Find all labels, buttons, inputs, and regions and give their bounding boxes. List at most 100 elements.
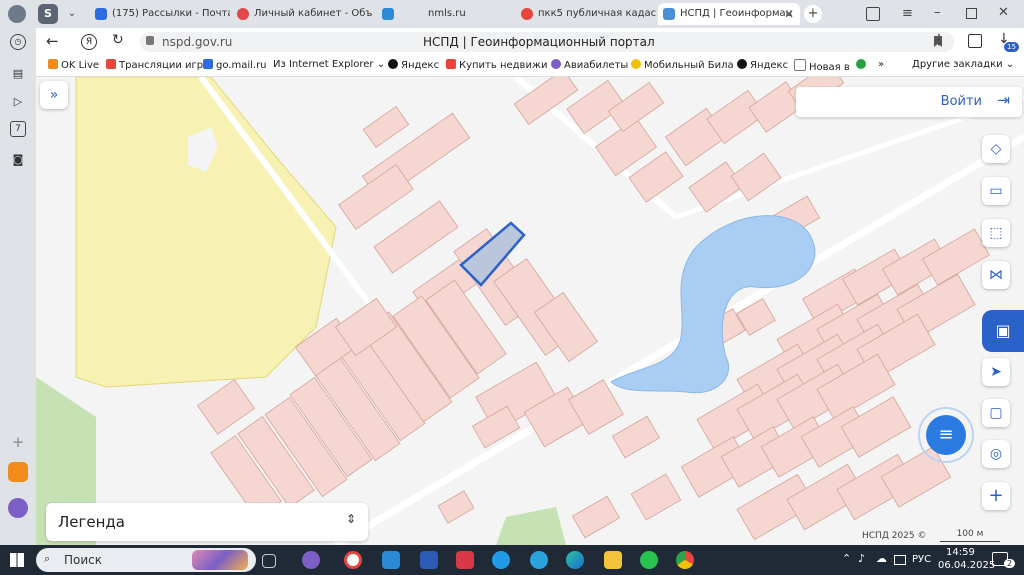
tab-dropdown-icon[interactable]: ⌄ — [62, 4, 82, 24]
edge-icon[interactable] — [566, 551, 584, 569]
legend-panel[interactable]: Легенда ⇕ — [46, 503, 368, 541]
expand-panel-button[interactable]: » — [40, 81, 68, 109]
downloads-badge: 15 — [1004, 42, 1019, 52]
alice-taskbar-icon[interactable] — [302, 551, 320, 569]
taskbar-search[interactable]: ⌕ Поиск — [36, 548, 256, 572]
tab-nmls[interactable]: nmls.ru — [374, 3, 514, 25]
word-icon[interactable] — [420, 551, 438, 569]
skype-icon[interactable] — [492, 551, 510, 569]
history-icon[interactable]: ◷ — [10, 34, 26, 50]
search-placeholder: Поиск — [64, 553, 103, 567]
camera-icon[interactable]: ◙ — [8, 150, 28, 170]
bookmark-yandex-2[interactable]: Яндекс — [737, 59, 788, 71]
bookmark-new[interactable]: Новая в — [794, 59, 850, 73]
nmls-icon — [382, 8, 394, 20]
bookmark-label: Мобильный Била — [644, 60, 734, 71]
more-options-icon[interactable]: ⋮ — [932, 32, 946, 48]
menu-lines-icon[interactable]: ≡ — [902, 6, 913, 21]
area-select-icon[interactable]: ⬚ — [982, 219, 1010, 247]
address-bar: ← Я ↻ nspd.gov.ru НСПД | Геоинформационн… — [36, 28, 1024, 56]
collections-icon[interactable]: ▤ — [8, 64, 28, 84]
chevron-updown-icon: ⇕ — [345, 512, 356, 526]
volume-icon[interactable]: ♪ — [858, 552, 865, 565]
chat-button[interactable]: ≡ — [918, 407, 974, 463]
bookmark-folder-ie[interactable]: Из Internet Explorer ⌄ — [273, 59, 385, 70]
telegram-icon[interactable] — [530, 551, 548, 569]
share-icon[interactable]: ⋈ — [982, 261, 1010, 289]
page-title: НСПД | Геоинформационный портал — [423, 35, 655, 49]
tab-nspd[interactable]: НСПД | Геоинформац ✕ — [658, 3, 800, 25]
bookmark-label: Купить недвижи — [459, 60, 548, 71]
restore-button[interactable] — [966, 8, 977, 19]
taskbar: ⌕ Поиск ⌃ ♪ ☁ РУС 14:59 06.04.2025 2 — [0, 545, 1024, 575]
bookmark-green[interactable] — [856, 59, 869, 71]
map-view[interactable]: » Войти ⇥ ◇ ▭ ⬚ ⋈ ▣ ➤ ▢ ◎ + ≡ Легенда ⇕ … — [36, 77, 1024, 545]
scale-label: 100 м — [956, 529, 984, 539]
alice-icon[interactable] — [8, 498, 28, 518]
network-icon[interactable]: ☁ — [876, 552, 887, 565]
bookmark-go-mail[interactable]: go.mail.ru — [203, 59, 267, 71]
task-view-icon[interactable] — [262, 554, 276, 568]
orange-app-icon[interactable] — [8, 462, 28, 482]
info-panel-icon[interactable]: ▣ — [982, 310, 1024, 352]
bookmark-streams[interactable]: Трансляции игр — [106, 59, 203, 71]
minimize-button[interactable]: – — [934, 5, 941, 20]
tab-pkk5[interactable]: пкк5 публичная кадаст — [516, 3, 656, 25]
yandex-browser-icon[interactable] — [344, 551, 362, 569]
plane-icon — [551, 59, 561, 69]
tab-mail[interactable]: (175) Рассылки - Почта — [90, 3, 230, 25]
bookmark-label: OK Live — [61, 60, 100, 71]
calendar-icon[interactable]: 7 — [10, 121, 26, 137]
video-icon[interactable]: ▷ — [8, 92, 28, 112]
red-app-icon[interactable] — [456, 551, 474, 569]
new-tab-button[interactable]: + — [804, 5, 822, 23]
bookmark-yandex-1[interactable]: Яндекс — [388, 59, 439, 71]
chrome-icon[interactable] — [676, 551, 694, 569]
layers-icon[interactable]: ◇ — [982, 135, 1010, 163]
yandex-plus-icon — [388, 59, 398, 69]
minimap-icon[interactable]: ▢ — [982, 399, 1010, 427]
tab-cabinet[interactable]: Личный кабинет - Объ — [232, 3, 372, 25]
bookmark-label: Яндекс — [401, 60, 440, 71]
clock-time[interactable]: 14:59 — [946, 547, 975, 558]
extensions-icon[interactable] — [968, 34, 982, 48]
bookmark-avia[interactable]: Авиабилеты — [551, 59, 628, 71]
bookmark-realty[interactable]: Купить недвижи — [446, 59, 547, 71]
yandex-icon — [521, 8, 533, 20]
close-tab-icon[interactable]: ✕ — [784, 3, 794, 25]
streams-icon — [106, 59, 116, 69]
other-bookmarks[interactable]: Другие закладки ⌄ — [912, 59, 1014, 70]
whatsapp-icon[interactable] — [640, 551, 658, 569]
browser-menu-icon[interactable] — [8, 5, 26, 23]
app-s-icon[interactable]: S — [38, 4, 58, 24]
back-icon[interactable]: ← — [46, 32, 59, 50]
ruler-icon[interactable]: ▭ — [982, 177, 1010, 205]
yandex-logo-icon[interactable]: Я — [81, 34, 97, 50]
windows-start-icon[interactable] — [10, 553, 24, 567]
clock-date[interactable]: 06.04.2025 — [938, 560, 995, 571]
tab-manager-icon[interactable] — [866, 7, 880, 21]
battery-icon[interactable] — [894, 555, 906, 565]
bookmarks-more[interactable]: » — [878, 59, 884, 70]
bookmark-mobile[interactable]: Мобильный Била — [631, 59, 734, 71]
login-panel[interactable]: Войти ⇥ — [796, 87, 1022, 117]
url-field[interactable]: nspd.gov.ru НСПД | Геоинформационный пор… — [140, 32, 954, 52]
mail-app-icon[interactable] — [382, 551, 400, 569]
search-art-icon — [192, 550, 248, 570]
add-panel-icon[interactable]: + — [8, 432, 28, 452]
tab-label: пкк5 публичная кадаст — [538, 8, 656, 19]
nspd-icon — [663, 8, 675, 20]
cadastral-map[interactable] — [36, 77, 1024, 545]
explorer-icon[interactable] — [604, 551, 622, 569]
search-location-icon[interactable]: ◎ — [982, 440, 1010, 468]
tray-chevron-icon[interactable]: ⌃ — [842, 552, 851, 565]
reload-icon[interactable]: ↻ — [112, 32, 124, 48]
language-indicator[interactable]: РУС — [912, 554, 931, 565]
zoom-in-button[interactable]: + — [982, 482, 1010, 510]
legend-label: Легенда — [58, 513, 125, 531]
chevron-down-icon: ⌄ — [1005, 59, 1015, 70]
chat-icon: ≡ — [926, 415, 966, 455]
geolocate-icon[interactable]: ➤ — [982, 358, 1010, 386]
bookmark-ok-live[interactable]: OK Live — [48, 59, 99, 71]
close-window-button[interactable]: ✕ — [998, 5, 1009, 20]
